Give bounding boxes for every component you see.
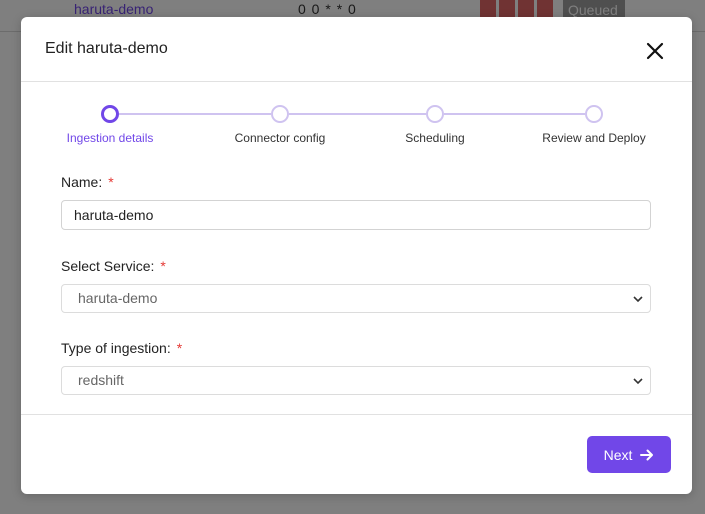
name-label: Name: * bbox=[61, 174, 114, 190]
modal-footer: Next bbox=[21, 414, 692, 494]
service-label: Select Service: * bbox=[61, 258, 166, 274]
ingestion-stepper: Ingestion details Connector config Sched… bbox=[21, 103, 692, 153]
name-label-text: Name: bbox=[61, 174, 103, 190]
ingestion-type-select-value: redshift bbox=[78, 372, 124, 388]
modal-title: Edit haruta-demo bbox=[45, 40, 168, 57]
edit-ingestion-modal: Edit haruta-demo Ingestion details Conne… bbox=[21, 17, 692, 494]
ingestion-type-label: Type of ingestion: * bbox=[61, 340, 182, 356]
close-button[interactable] bbox=[642, 38, 668, 64]
step-connector-line bbox=[289, 113, 426, 115]
close-icon bbox=[646, 42, 664, 60]
step-2-indicator[interactable] bbox=[271, 105, 289, 123]
service-select-value: haruta-demo bbox=[78, 290, 158, 306]
modal-header: Edit haruta-demo bbox=[21, 17, 692, 82]
next-button[interactable]: Next bbox=[587, 436, 671, 473]
chevron-down-icon bbox=[633, 378, 643, 385]
service-select[interactable]: haruta-demo bbox=[61, 284, 651, 313]
step-connector-line bbox=[119, 113, 271, 115]
arrow-right-icon bbox=[640, 449, 654, 460]
step-1-label: Ingestion details bbox=[66, 131, 154, 145]
step-4-indicator[interactable] bbox=[585, 105, 603, 123]
step-1-indicator[interactable] bbox=[101, 105, 119, 123]
required-mark: * bbox=[108, 174, 114, 190]
step-2-label: Connector config bbox=[234, 131, 326, 145]
required-mark: * bbox=[160, 258, 166, 274]
required-mark: * bbox=[176, 340, 183, 356]
next-button-label: Next bbox=[603, 446, 633, 463]
step-4-label: Review and Deploy bbox=[542, 131, 646, 145]
step-3-label: Scheduling bbox=[405, 131, 465, 145]
step-3-indicator[interactable] bbox=[426, 105, 444, 123]
ingestion-type-label-text: Type of ingestion: bbox=[61, 340, 171, 356]
chevron-down-icon bbox=[633, 296, 643, 303]
name-input[interactable] bbox=[61, 200, 651, 230]
service-label-text: Select Service: bbox=[61, 258, 155, 274]
ingestion-type-select[interactable]: redshift bbox=[61, 366, 651, 395]
step-connector-line bbox=[444, 113, 585, 115]
